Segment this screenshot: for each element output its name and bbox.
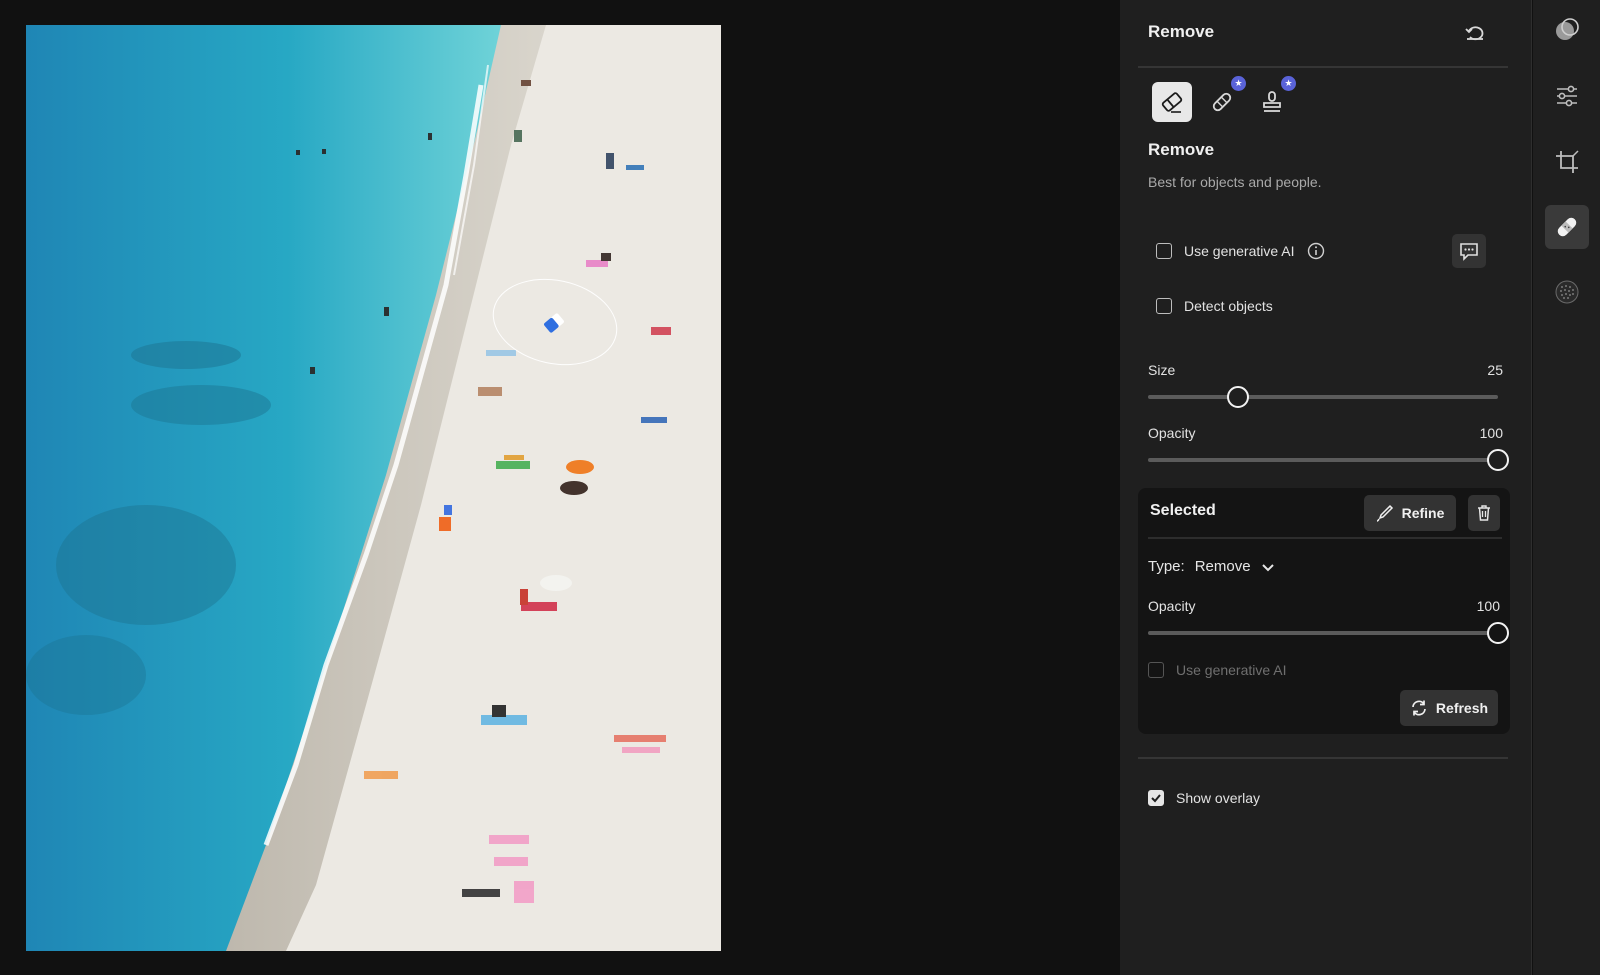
use-generative-ai-checkbox[interactable]: Use generative AI: [1156, 242, 1325, 260]
grain-icon: [1555, 280, 1579, 304]
checkbox-box: [1148, 662, 1164, 678]
heal-bandage-icon: [1557, 217, 1577, 237]
tool-rail: [1533, 0, 1600, 975]
opacity-label: Opacity: [1148, 425, 1196, 441]
tool-selector: ★ ★: [1152, 76, 1296, 122]
use-generative-ai-label: Use generative AI: [1184, 243, 1295, 259]
rail-adjust-button[interactable]: [1545, 74, 1589, 118]
feedback-button[interactable]: [1452, 234, 1486, 268]
header-divider: [1138, 66, 1508, 68]
size-slider-track[interactable]: [1148, 386, 1498, 408]
checkbox-box[interactable]: [1156, 243, 1172, 259]
opacity-slider-track[interactable]: [1148, 449, 1509, 471]
refresh-icon: [1412, 700, 1426, 716]
selected-opacity-slider-thumb[interactable]: [1487, 622, 1509, 644]
reset-button[interactable]: [1462, 20, 1488, 46]
trash-icon: [1478, 505, 1490, 521]
premium-badge-icon: ★: [1281, 76, 1296, 91]
selected-opacity-label: Opacity: [1148, 598, 1196, 614]
opacity-slider-thumb[interactable]: [1487, 449, 1509, 471]
premium-badge-icon: ★: [1231, 76, 1246, 91]
overlay-divider: [1138, 757, 1508, 759]
refresh-button[interactable]: Refresh: [1400, 690, 1498, 726]
type-label: Type:: [1148, 558, 1185, 575]
refine-button[interactable]: Refine: [1364, 495, 1456, 531]
detect-objects-label: Detect objects: [1184, 298, 1273, 314]
size-label: Size: [1148, 362, 1176, 378]
stamp-icon: [1263, 91, 1281, 112]
selected-title: Selected: [1150, 502, 1216, 519]
type-dropdown[interactable]: Type: Remove: [1148, 558, 1275, 575]
rail-crop-button[interactable]: [1545, 140, 1589, 184]
chevron-down-icon: [1261, 563, 1274, 571]
refresh-label: Refresh: [1435, 700, 1489, 716]
tool-clone-button[interactable]: ★: [1252, 76, 1296, 122]
beach-photo[interactable]: [26, 25, 721, 951]
panel-title: Remove: [1148, 22, 1215, 41]
eraser-cursor-icon: [537, 306, 571, 340]
beach-photo-art: [26, 25, 721, 951]
size-slider-thumb[interactable]: [1226, 386, 1249, 408]
crop-icon: [1556, 150, 1579, 173]
show-overlay-label: Show overlay: [1176, 790, 1261, 806]
delete-button[interactable]: [1468, 495, 1500, 531]
refine-label: Refine: [1401, 505, 1445, 521]
selected-card: Selected Refine Type: Remove Opacity 100…: [1138, 488, 1510, 734]
tool-heal-button[interactable]: ★: [1202, 76, 1246, 122]
remove-panel: Remove ★ ★ Remove Best for objects and p…: [1120, 0, 1532, 975]
tool-remove-button[interactable]: [1152, 82, 1192, 122]
card-divider: [1148, 537, 1502, 539]
brush-icon: [1376, 504, 1393, 522]
size-value: 25: [1487, 362, 1503, 378]
bandage-icon: [1212, 92, 1232, 112]
rail-grain-button[interactable]: [1545, 270, 1589, 314]
checkmark-icon: [1151, 794, 1161, 803]
type-value: Remove: [1194, 558, 1251, 575]
chat-feedback-icon: [1460, 243, 1478, 261]
rail-heal-button[interactable]: [1545, 205, 1589, 249]
show-overlay-checkbox[interactable]: Show overlay: [1148, 790, 1260, 806]
opacity-value: 100: [1479, 425, 1503, 441]
masking-icon: [1556, 18, 1579, 40]
selected-use-generative-ai-checkbox: Use generative AI: [1148, 662, 1287, 678]
tool-description: Best for objects and people.: [1148, 174, 1322, 190]
tool-title: Remove: [1148, 140, 1215, 159]
canvas-area[interactable]: [0, 0, 1120, 975]
detect-objects-checkbox[interactable]: Detect objects: [1156, 298, 1273, 314]
eraser-icon: [1161, 92, 1183, 113]
selected-use-generative-ai-label: Use generative AI: [1176, 662, 1287, 678]
checkbox-box[interactable]: [1156, 298, 1172, 314]
selected-opacity-value: 100: [1476, 598, 1500, 614]
checkbox-box-checked[interactable]: [1148, 790, 1164, 806]
selected-opacity-slider-track[interactable]: [1148, 622, 1509, 644]
rail-masking-button[interactable]: [1545, 8, 1589, 52]
adjust-sliders-icon: [1557, 85, 1577, 107]
info-icon[interactable]: [1307, 242, 1325, 260]
undo-icon: [1465, 26, 1484, 41]
